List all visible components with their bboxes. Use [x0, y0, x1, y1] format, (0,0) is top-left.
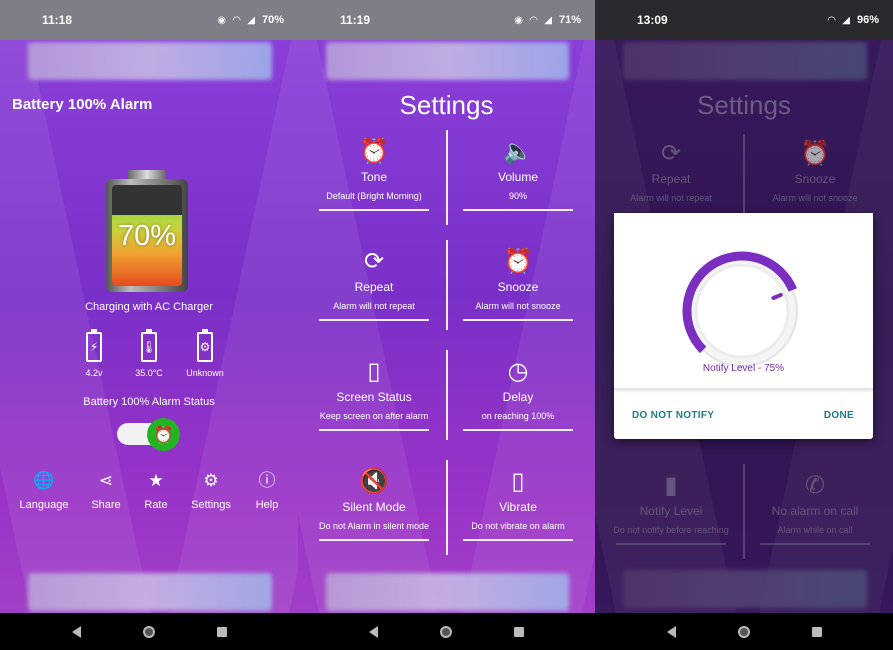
- settings-label: Settings: [191, 499, 231, 511]
- delay-title: Delay: [502, 390, 534, 404]
- snooze-title: Snooze: [497, 280, 539, 294]
- vibrate-phone-icon: ▯: [511, 468, 525, 495]
- battery-alarm-home-screen: 11:18 ◉ ◠ ◢ 70% Battery 100% Alarm 70% C…: [0, 0, 298, 650]
- alarm-toggle[interactable]: ⏰: [117, 418, 185, 451]
- battery-graphic: 70%: [106, 170, 188, 292]
- repeat-title: Repeat: [354, 280, 394, 294]
- delay-setting[interactable]: ◷ Delay on reaching 100%: [453, 356, 583, 431]
- back-icon[interactable]: [666, 625, 676, 638]
- ad-banner-bottom[interactable]: [28, 573, 272, 611]
- repeat-icon: ⟳: [363, 248, 385, 275]
- notify-level-dialog-screen: 13:09 ◠ ◢ 96% Settings ⟳ Repeat Alarm wi…: [595, 0, 893, 650]
- signal-wifi-icons: ◉ ◠ ◢: [514, 14, 554, 26]
- recents-icon[interactable]: [811, 626, 822, 637]
- system-nav-bar: [595, 613, 893, 650]
- background: [0, 40, 298, 613]
- ad-banner-bottom[interactable]: [326, 573, 569, 611]
- language-label: Language: [19, 499, 69, 511]
- system-nav-bar: [0, 613, 298, 650]
- voltage-stat: ⚡ 4.2v: [64, 329, 124, 378]
- temperature-value: 35.0°C: [135, 368, 163, 378]
- health-stat: ⚙ Unknown: [175, 329, 235, 378]
- help-label: Help: [255, 499, 279, 511]
- temperature-stat: 🌡 35.0°C: [119, 329, 179, 378]
- tone-setting[interactable]: ⏰ Tone Default (Bright Morning): [309, 136, 439, 211]
- charging-status: Charging with AC Charger: [85, 301, 213, 313]
- snooze-subtitle: Alarm will not snooze: [475, 301, 561, 311]
- status-time: 11:19: [340, 13, 371, 27]
- muted-speaker-icon: 🔇: [359, 468, 389, 495]
- back-icon[interactable]: [369, 625, 378, 638]
- vibrate-subtitle: Do not vibrate on alarm: [471, 521, 565, 531]
- status-time: 11:18: [42, 13, 73, 27]
- tone-title: Tone: [360, 170, 388, 184]
- repeat-subtitle: Alarm will not repeat: [333, 301, 415, 311]
- alarm-status-label: Battery 100% Alarm Status: [83, 396, 215, 408]
- app-title: Battery 100% Alarm: [12, 96, 153, 113]
- alarm-clock-icon: ⏰: [147, 418, 180, 451]
- tone-subtitle: Default (Bright Morning): [326, 191, 422, 201]
- ad-banner-top[interactable]: [28, 42, 272, 80]
- battery-percent: 70%: [117, 220, 177, 252]
- snooze-setting[interactable]: ⏰ Snooze Alarm will not snooze: [453, 246, 583, 321]
- home-icon[interactable]: [440, 625, 452, 638]
- notify-level-dialog: Notify Level - 75% DO NOT NOTIFY DONE: [614, 213, 873, 439]
- screen-status-subtitle: Keep screen on after alarm: [319, 411, 429, 421]
- status-bar: 13:09 ◠ ◢ 96%: [595, 0, 893, 40]
- screen-status-setting[interactable]: ▯ Screen Status Keep screen on after ala…: [309, 356, 439, 431]
- speaker-icon: 🔈: [503, 138, 533, 165]
- volume-setting[interactable]: 🔈 Volume 90%: [453, 136, 583, 211]
- recents-icon[interactable]: [216, 626, 227, 637]
- do-not-notify-button[interactable]: DO NOT NOTIFY: [632, 410, 714, 421]
- help-button[interactable]: ⓘ Help: [232, 470, 298, 511]
- home-icon[interactable]: [142, 625, 155, 638]
- back-icon[interactable]: [71, 625, 81, 638]
- volume-subtitle: 90%: [508, 191, 527, 201]
- silent-mode-subtitle: Do not Alarm in silent mode: [318, 521, 430, 531]
- ad-banner-top[interactable]: [326, 42, 569, 80]
- status-battery: 71%: [558, 14, 581, 26]
- done-button[interactable]: DONE: [824, 410, 854, 421]
- settings-title: Settings: [399, 90, 494, 120]
- vibrate-title: Vibrate: [499, 500, 537, 514]
- status-battery: 70%: [261, 14, 284, 26]
- silent-mode-setting[interactable]: 🔇 Silent Mode Do not Alarm in silent mod…: [309, 466, 439, 541]
- bolt-battery-icon: ⚡: [86, 329, 102, 362]
- delay-subtitle: on reaching 100%: [481, 411, 555, 421]
- status-time: 13:09: [637, 13, 668, 27]
- health-value: Unknown: [186, 368, 224, 378]
- delay-clock-icon: ◷: [507, 358, 529, 385]
- home-icon[interactable]: [737, 625, 750, 638]
- notify-level-dial-area: Notify Level - 75%: [614, 213, 873, 389]
- vibrate-setting[interactable]: ▯ Vibrate Do not vibrate on alarm: [453, 466, 583, 541]
- share-label: Share: [91, 499, 121, 511]
- notify-level-indicator[interactable]: [771, 292, 783, 300]
- voltage-value: 4.2v: [85, 368, 103, 378]
- info-icon: ⓘ: [258, 471, 276, 490]
- settings-screen: 11:19 ◉ ◠ ◢ 71% Settings ⏰ Tone Default …: [298, 0, 595, 650]
- volume-title: Volume: [497, 170, 539, 184]
- snooze-clock-icon: ⏰: [503, 248, 533, 275]
- silent-mode-title: Silent Mode: [342, 500, 406, 514]
- thermometer-battery-icon: 🌡: [141, 329, 157, 362]
- language-button[interactable]: 🌐 Language: [9, 470, 79, 511]
- phone-screen-icon: ▯: [367, 358, 381, 385]
- recents-icon[interactable]: [514, 626, 524, 637]
- alarm-clock-music-icon: ⏰: [359, 138, 389, 165]
- signal-wifi-icons: ◠ ◢: [827, 14, 852, 26]
- repeat-setting[interactable]: ⟳ Repeat Alarm will not repeat: [309, 246, 439, 321]
- notify-level-label: Notify Level - 75%: [702, 363, 785, 374]
- system-nav-bar: [298, 613, 595, 650]
- signal-wifi-icons: ◉ ◠ ◢: [217, 14, 257, 26]
- rate-label: Rate: [144, 499, 168, 511]
- status-bar: 11:18 ◉ ◠ ◢ 70%: [0, 0, 298, 40]
- status-bar: 11:19 ◉ ◠ ◢ 71%: [298, 0, 595, 40]
- status-battery: 96%: [856, 14, 879, 26]
- screen-status-title: Screen Status: [336, 390, 412, 404]
- gear-battery-icon: ⚙: [197, 329, 213, 362]
- globe-icon: 🌐: [33, 471, 55, 490]
